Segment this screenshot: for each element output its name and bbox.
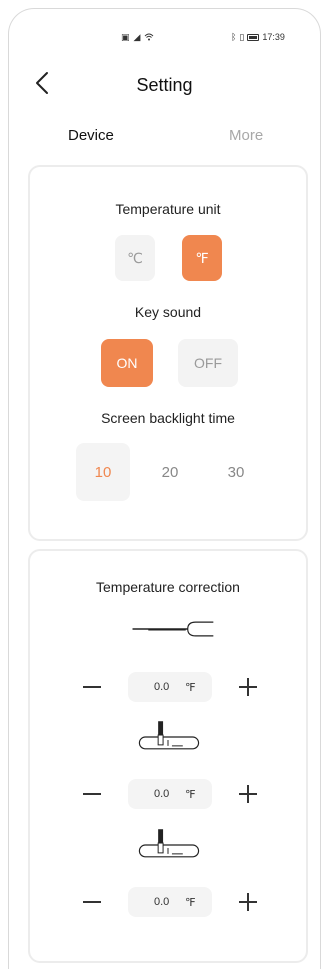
correction-value-probe3[interactable]: 0.0 ℉: [128, 887, 212, 917]
status-left-icons: ▣ ◢: [121, 32, 154, 42]
tab-device[interactable]: Device: [68, 127, 114, 144]
tab-more[interactable]: More: [229, 127, 263, 144]
grill-probe-icon: [138, 721, 200, 750]
bluetooth-icon: ᛒ: [231, 32, 237, 42]
increase-button-probe2[interactable]: [239, 785, 257, 803]
backlight-20-button[interactable]: 20: [150, 443, 190, 501]
sim-card-icon: ▣: [121, 32, 130, 42]
decrease-button-probe3[interactable]: [83, 901, 101, 903]
decrease-button-probe1[interactable]: [83, 686, 101, 688]
key-sound-label: Key sound: [134, 304, 202, 320]
status-right-icons: ᛒ ▯ 17:39: [231, 32, 285, 42]
correction-number: 0.0: [154, 896, 170, 908]
status-time: 17:39: [262, 32, 285, 42]
temperature-unit-label: Temperature unit: [115, 201, 221, 217]
device-settings-card: Temperature unit ℃ ℉ Key sound ON OFF Sc…: [28, 165, 308, 541]
correction-value-probe1[interactable]: 0.0 ℉: [128, 672, 212, 702]
decrease-button-probe2[interactable]: [83, 793, 101, 795]
key-sound-off-button[interactable]: OFF: [178, 339, 238, 387]
increase-button-probe3[interactable]: [239, 893, 257, 911]
correction-unit: ℉: [185, 682, 196, 694]
correction-value-probe2[interactable]: 0.0 ℉: [128, 779, 212, 809]
temperature-correction-card: Temperature correction 0.0 ℉ 0.0 ℉ 0.0 ℉: [28, 549, 308, 963]
grill-probe-icon: [138, 829, 200, 858]
celsius-button[interactable]: ℃: [115, 235, 155, 281]
temperature-correction-label: Temperature correction: [96, 579, 240, 595]
backlight-label: Screen backlight time: [101, 410, 235, 426]
correction-number: 0.0: [154, 681, 170, 693]
increase-button-probe1[interactable]: [239, 678, 257, 696]
external-probe-icon: [132, 621, 214, 637]
status-bar: ▣ ◢ ᛒ ▯ 17:39: [9, 31, 320, 47]
backlight-10-button[interactable]: 10: [76, 443, 130, 501]
vibrate-icon: ▯: [239, 32, 245, 42]
page-title: Setting: [136, 75, 193, 95]
wifi-icon: [145, 33, 154, 41]
correction-unit: ℉: [185, 789, 196, 801]
correction-number: 0.0: [154, 788, 170, 800]
phone-screen: ▣ ◢ ᛒ ▯ 17:39 Setting Device More Temper…: [8, 8, 321, 969]
key-sound-on-button[interactable]: ON: [101, 339, 153, 387]
fahrenheit-button[interactable]: ℉: [182, 235, 222, 281]
correction-unit: ℉: [185, 897, 196, 909]
signal-icon: ◢: [133, 32, 141, 42]
battery-icon: [247, 33, 260, 41]
backlight-30-button[interactable]: 30: [216, 443, 256, 501]
